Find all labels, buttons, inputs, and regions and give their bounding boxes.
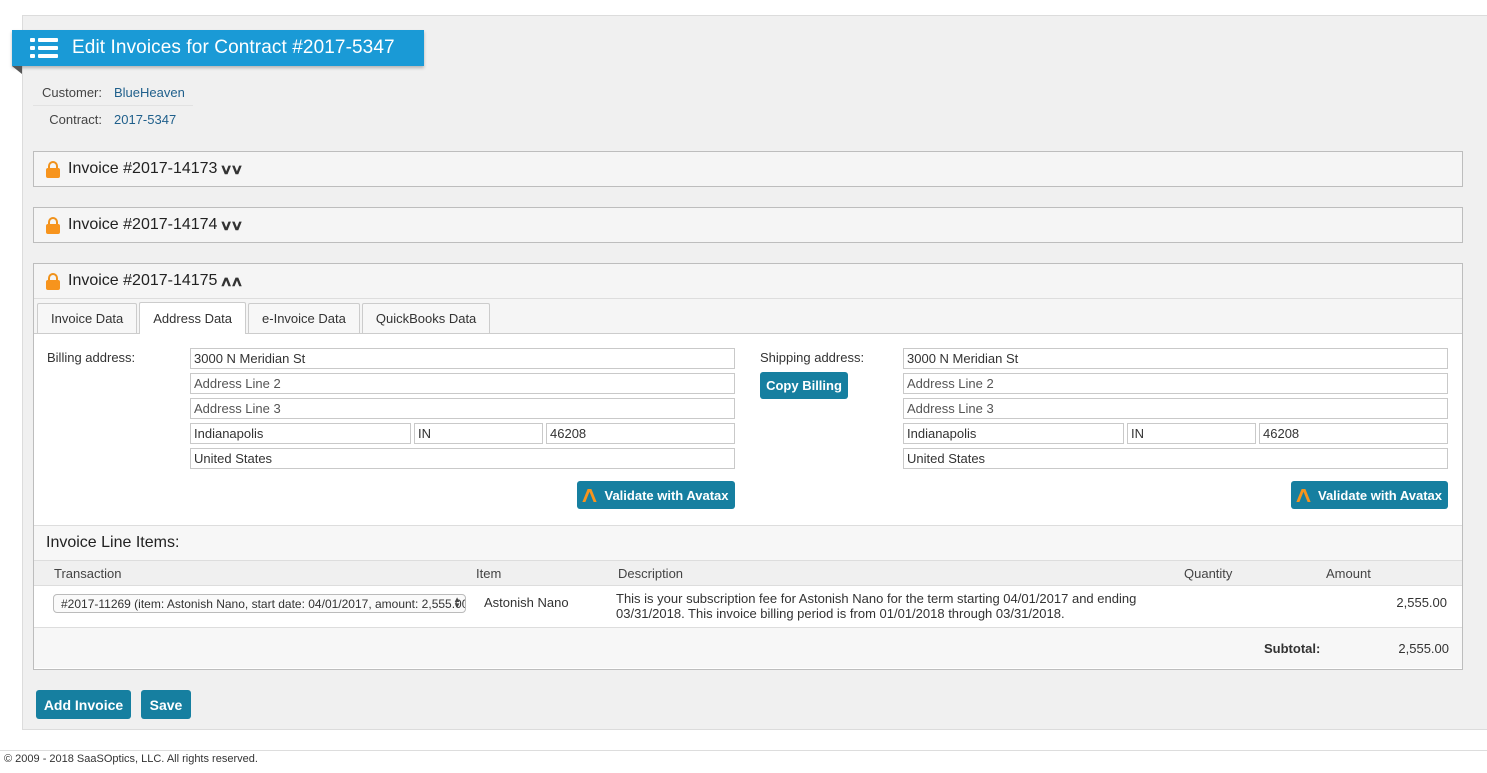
tab-invoice-data[interactable]: Invoice Data [37,303,138,333]
lock-icon [46,216,60,234]
tab-quickbooks-data[interactable]: QuickBooks Data [361,303,491,333]
subtotal-value: 2,555.00 [1398,641,1449,656]
avatax-icon [583,488,599,502]
invoice-panel-expanded: Invoice #2017-14175 ∧∧ Invoice Data Addr… [33,263,1463,670]
line-item-description-1: This is your subscription fee for Astoni… [616,591,1137,606]
invoice-title: Invoice #2017-14175 [68,272,218,289]
billing-city-input[interactable]: Indianapolis [190,423,411,444]
line-item-description-2: 03/31/2018. This invoice billing period … [616,606,1065,621]
invoice-panel-header[interactable]: Invoice #2017-14173 ∨∨ [34,152,1462,186]
contract-meta: Customer: BlueHeaven Contract: 2017-5347 [33,80,193,132]
transaction-select[interactable]: #2017-11269 (item: Astonish Nano, start … [53,594,466,613]
address-section: Billing address: 3000 N Meridian St Addr… [34,334,1462,526]
add-invoice-button[interactable]: Add Invoice [36,690,131,719]
chevron-double-down-icon[interactable]: ∨∨ [220,217,244,234]
chevron-double-down-icon[interactable]: ∨∨ [220,161,244,178]
select-arrows-icon: ▲ ▼ [453,595,461,610]
invoice-panel: Invoice #2017-14174 ∨∨ [33,207,1463,243]
billing-validate-label: Validate with Avatax [604,487,729,503]
save-button[interactable]: Save [141,690,191,719]
invoice-tabs: Invoice Data Address Data e-Invoice Data… [34,298,1462,334]
copy-billing-button[interactable]: Copy Billing [760,372,848,399]
billing-line1-input[interactable]: 3000 N Meridian St [190,348,735,369]
avatax-icon [1297,488,1313,502]
billing-zip-input[interactable]: 46208 [546,423,735,444]
line-item-name: Astonish Nano [484,595,569,610]
billing-line2-input[interactable]: Address Line 2 [190,373,735,394]
billing-state-input[interactable]: IN [414,423,543,444]
line-item-amount: 2,555.00 [1396,595,1447,610]
shipping-zip-input[interactable]: 46208 [1259,423,1448,444]
line-items-title: Invoice Line Items: [34,526,1462,560]
lock-icon [46,272,60,290]
page-title: Edit Invoices for Contract #2017-5347 [72,37,395,58]
page-footer: © 2009 - 2018 SaaSOptics, LLC. All right… [0,750,1487,765]
chevron-double-up-icon[interactable]: ∧∧ [220,273,244,290]
invoice-panel: Invoice #2017-14173 ∨∨ [33,151,1463,187]
table-row: #2017-11269 (item: Astonish Nano, start … [34,586,1462,628]
billing-validate-avatax-button[interactable]: Validate with Avatax [577,481,735,509]
shipping-country-input[interactable]: United States [903,448,1448,469]
shipping-city-input[interactable]: Indianapolis [903,423,1124,444]
transaction-select-value: #2017-11269 (item: Astonish Nano, start … [61,596,466,611]
col-description: Description [618,566,684,581]
list-icon [30,38,58,58]
invoice-panel-header[interactable]: Invoice #2017-14174 ∨∨ [34,208,1462,242]
col-amount: Amount [1326,566,1371,581]
contract-label: Contract: [49,111,102,127]
invoice-panel-header[interactable]: Invoice #2017-14175 ∧∧ [34,264,1462,298]
shipping-line2-input[interactable]: Address Line 2 [903,373,1448,394]
invoice-title: Invoice #2017-14174 [68,216,218,233]
billing-country-input[interactable]: United States [190,448,735,469]
subtotal-label: Subtotal: [1264,641,1321,656]
col-transaction: Transaction [54,566,122,581]
lock-icon [46,160,60,178]
shipping-line3-input[interactable]: Address Line 3 [903,398,1448,419]
line-items-header: Transaction Item Description Quantity Am… [34,560,1462,586]
customer-link[interactable]: BlueHeaven [108,85,185,100]
invoice-title: Invoice #2017-14173 [68,160,218,177]
shipping-validate-label: Validate with Avatax [1317,487,1443,503]
tab-address-data[interactable]: Address Data [139,302,247,334]
tab-e-invoice-data[interactable]: e-Invoice Data [248,303,360,333]
customer-label: Customer: [42,85,102,100]
shipping-address-label: Shipping address: [760,350,865,365]
contract-link[interactable]: 2017-5347 [108,112,176,127]
col-quantity: Quantity [1184,566,1233,581]
billing-address-label: Billing address: [47,350,136,365]
line-items-footer: Subtotal: 2,555.00 [34,628,1462,668]
billing-line3-input[interactable]: Address Line 3 [190,398,735,419]
banner-fold [12,66,22,74]
shipping-line1-input[interactable]: 3000 N Meridian St [903,348,1448,369]
shipping-validate-avatax-button[interactable]: Validate with Avatax [1291,481,1448,509]
page-title-banner: Edit Invoices for Contract #2017-5347 [12,30,424,74]
shipping-state-input[interactable]: IN [1127,423,1256,444]
col-item: Item [476,566,502,581]
